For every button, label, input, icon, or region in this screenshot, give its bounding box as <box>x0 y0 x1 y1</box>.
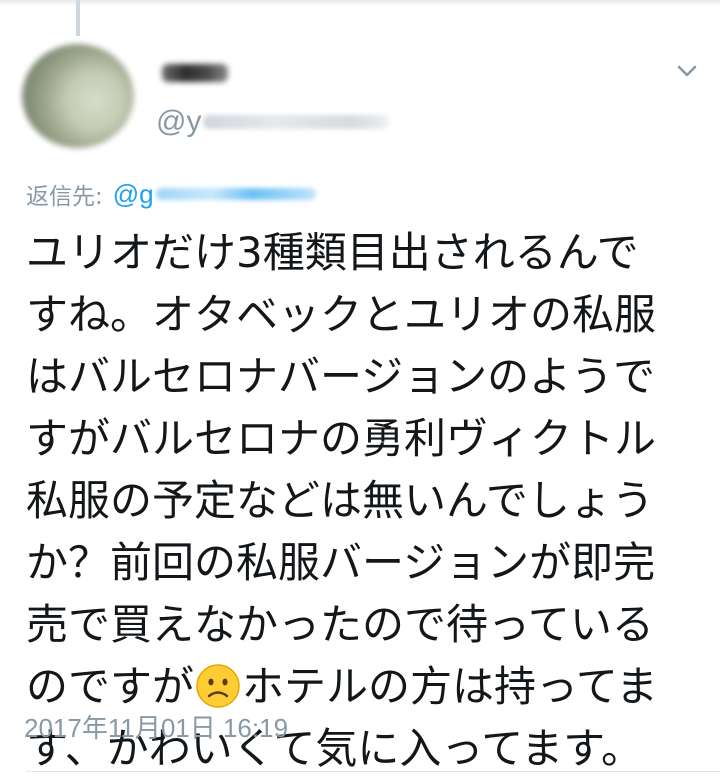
tweet-text-line: ユリオだけ3種類目出されるんで <box>26 228 639 277</box>
frowning-face-emoji-icon <box>196 664 240 708</box>
top-divider <box>0 0 720 6</box>
reply-to-handle-redacted <box>155 188 316 200</box>
reply-to-line: 返信先: @g <box>26 176 316 212</box>
tweet-text-segment: のですが <box>26 662 195 711</box>
tweet-text-line: か？前回の私服バージョンが即完 <box>26 538 656 587</box>
bottom-divider <box>26 771 720 772</box>
tweet-timestamp[interactable]: 2017年11月01日 16:19 <box>24 708 288 745</box>
tweet-text-line: すがバルセロナの勇利ヴィクトル <box>26 414 657 463</box>
user-handle[interactable]: @y <box>156 104 390 140</box>
reply-to-label: 返信先: <box>26 184 103 210</box>
user-handle-redacted <box>203 115 390 129</box>
tweet-text-line: はバルセロナバージョンのようで <box>26 352 656 401</box>
chevron-down-icon[interactable] <box>676 60 698 82</box>
reply-to-handle[interactable]: @g <box>113 179 154 210</box>
avatar[interactable] <box>22 44 134 148</box>
thread-connector-line <box>76 0 80 36</box>
tweet-text-line: 私服の予定などは無いんでしょう <box>26 476 654 525</box>
display-name-redacted[interactable] <box>162 64 228 82</box>
user-handle-text: @y <box>156 105 202 138</box>
tweet-text-segment: ホテルの方は持ってま <box>242 662 658 711</box>
tweet-text-line: すね。オタベックとユリオの私服 <box>26 290 657 339</box>
tweet-text-line: 売で買えなかったので待っている <box>26 600 654 649</box>
tweet-text: ユリオだけ3種類目出されるんで すね。オタベックとユリオの私服 はバルセロナバー… <box>26 222 716 780</box>
